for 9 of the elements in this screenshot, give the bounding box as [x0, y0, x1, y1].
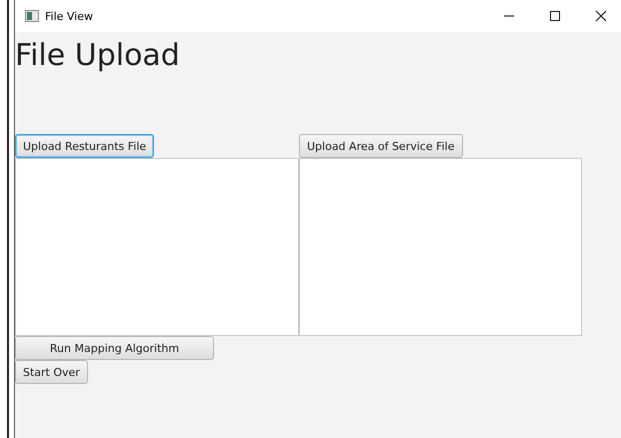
window-icon	[25, 10, 39, 22]
upload-button[interactable]: Upload Resturants File	[15, 134, 154, 158]
close-icon[interactable]	[595, 10, 607, 22]
maximize-icon[interactable]	[549, 10, 561, 22]
run-button[interactable]: Run Mapping Algorithm	[15, 336, 214, 360]
start-over-button[interactable]: Start Over	[15, 360, 88, 384]
window-title: File View	[45, 10, 94, 22]
upload-button[interactable]: Upload Area of Service File	[299, 134, 463, 158]
page-heading: File Upload	[15, 37, 181, 75]
